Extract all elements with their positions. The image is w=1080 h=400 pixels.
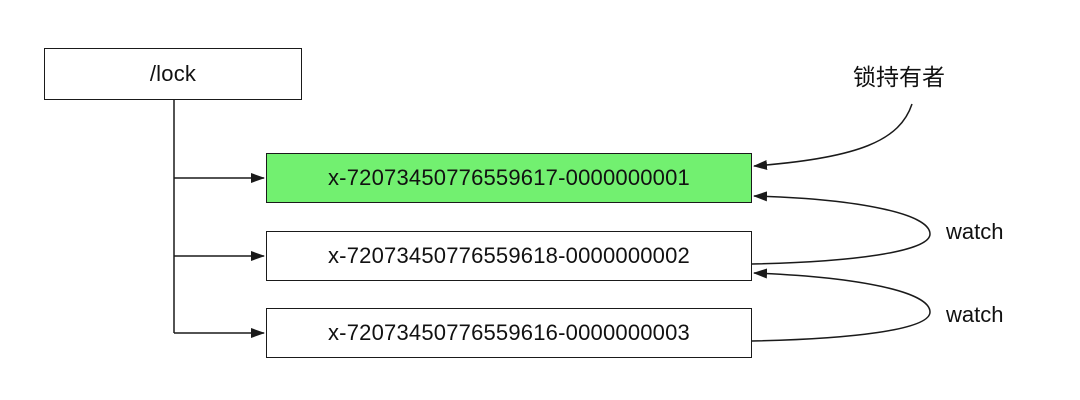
watch-arrow-2 xyxy=(751,268,931,342)
watch-annotation-1: watch xyxy=(946,219,1004,244)
node-label-1: x-72073450776559617-0000000001 xyxy=(327,165,690,190)
watch-annotation-2: watch xyxy=(946,302,1004,327)
root-lock-node: /lock xyxy=(44,48,302,100)
lock-holder-node: x-72073450776559617-0000000001 xyxy=(266,153,752,203)
waiting-node-3: x-72073450776559616-0000000003 xyxy=(266,308,752,358)
node-label-3: x-72073450776559616-0000000003 xyxy=(327,320,690,345)
holder-pointer-arrow xyxy=(753,103,913,171)
waiting-node-2: x-72073450776559618-0000000002 xyxy=(266,231,752,281)
lock-holder-annotation: 锁持有者 xyxy=(853,65,945,91)
root-lock-label: /lock xyxy=(149,61,197,86)
node-label-2: x-72073450776559618-0000000002 xyxy=(327,243,690,268)
watch-arrow-1 xyxy=(751,191,931,265)
